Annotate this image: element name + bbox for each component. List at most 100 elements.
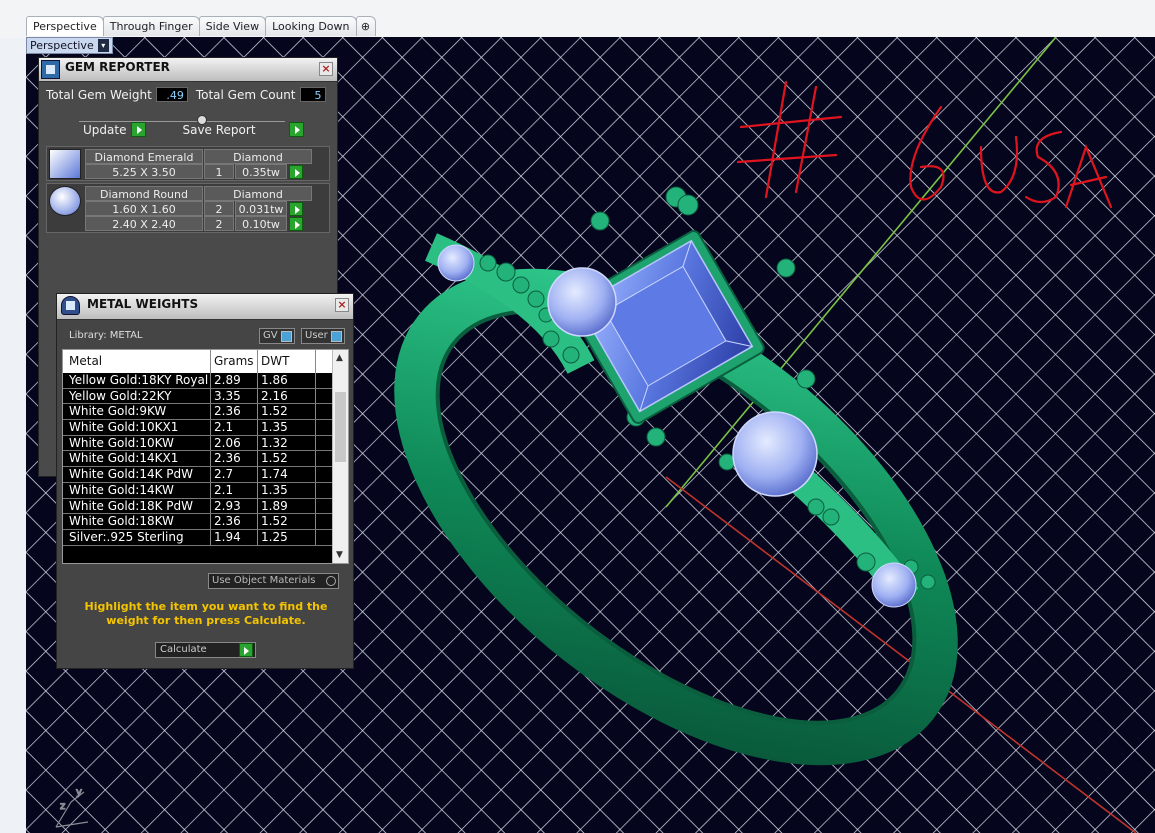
metal-dwt: 1.35	[258, 420, 316, 435]
close-icon[interactable]: ×	[335, 298, 349, 312]
metal-grams: 2.36	[211, 404, 258, 420]
total-gem-weight-label: Total Gem Weight	[46, 87, 152, 102]
view-tab-bar: Perspective Through Finger Side View Loo…	[0, 0, 1155, 38]
gem-reporter-icon	[41, 60, 60, 79]
metal-table-scrollbar[interactable]: ▲ ▼	[332, 350, 348, 563]
column-metal[interactable]: Metal	[63, 350, 211, 373]
gem-count: 2	[204, 216, 234, 231]
metal-grams: 2.7	[211, 467, 258, 482]
metal-table[interactable]: Metal Grams DWT Yellow Gold:18KY Royal 2.…	[62, 349, 349, 564]
tab-through-finger[interactable]: Through Finger	[102, 16, 200, 36]
scroll-down-icon[interactable]: ▼	[336, 550, 343, 560]
use-object-materials-label: Use Object Materials	[212, 575, 316, 586]
round-stone-left	[547, 267, 617, 337]
metal-grams: 1.94	[211, 529, 258, 545]
column-grams[interactable]: Grams	[211, 350, 258, 373]
close-icon[interactable]: ×	[319, 62, 333, 76]
metal-dwt: 1.86	[258, 373, 316, 388]
table-row[interactable]: White Gold:10KX1 2.1 1.35	[63, 420, 348, 436]
metal-dwt: 1.35	[258, 482, 316, 498]
svg-text:y: y	[76, 787, 82, 798]
table-row[interactable]: Yellow Gold:22KY 3.35 2.16	[63, 388, 348, 405]
metal-name: White Gold:18K PdW	[63, 498, 211, 514]
add-tab-icon[interactable]: ⊕	[355, 16, 376, 36]
metal-name: White Gold:14KW	[63, 482, 211, 498]
metal-grams: 2.93	[211, 498, 258, 514]
gem-weight: 0.10tw	[235, 216, 287, 231]
table-row[interactable]: White Gold:9KW 2.36 1.52	[63, 404, 348, 421]
gem-row-round[interactable]: Diamond Round Diamond 1.60 X 1.60 2 0.03…	[46, 183, 330, 233]
gem-shape: Diamond Round	[85, 186, 203, 201]
metal-dwt: 1.52	[258, 404, 316, 420]
gem-row-emerald[interactable]: Diamond Emerald Diamond 5.25 X 3.50 1 0.…	[46, 146, 330, 181]
metal-name: White Gold:14KX1	[63, 451, 211, 467]
accent-stone-right	[871, 562, 917, 608]
viewport-label[interactable]: Perspective ▾	[26, 37, 113, 54]
table-row[interactable]: Silver:.925 Sterling 1.94 1.25	[63, 529, 348, 546]
metal-grams: 2.36	[211, 451, 258, 467]
total-gem-count-value: 5	[299, 87, 326, 102]
tabs: Perspective Through Finger Side View Loo…	[26, 16, 376, 36]
gem-size: 1.60 X 1.60	[85, 201, 203, 216]
play-icon[interactable]	[289, 165, 303, 179]
metal-table-body: Yellow Gold:18KY Royal 2.89 1.86 Yellow Go…	[63, 373, 348, 546]
gem-shape: Diamond Emerald	[85, 149, 203, 164]
svg-text:z: z	[60, 801, 65, 812]
metal-dwt: 1.74	[258, 467, 316, 482]
gem-weight: 0.35tw	[235, 164, 287, 179]
metal-dwt: 2.16	[258, 388, 316, 404]
gem-reporter-titlebar[interactable]: GEM REPORTER ×	[39, 58, 337, 82]
play-icon	[131, 122, 147, 137]
metal-grams: 3.35	[211, 388, 258, 404]
radio-icon	[326, 576, 336, 586]
viewport-dropdown-icon[interactable]: ▾	[97, 39, 109, 52]
save-report-label: Save Report	[182, 122, 256, 137]
emerald-thumbnail	[49, 149, 81, 179]
metal-dwt: 1.32	[258, 435, 316, 451]
play-icon	[239, 643, 253, 657]
round-thumbnail	[49, 186, 81, 216]
table-row[interactable]: White Gold:18K PdW 2.93 1.89	[63, 498, 348, 515]
table-row[interactable]: White Gold:14KX1 2.36 1.52	[63, 451, 348, 468]
calculate-hint: Highlight the item you want to find the …	[84, 600, 328, 627]
metal-name: White Gold:14K PdW	[63, 467, 211, 482]
gem-reporter-title: GEM REPORTER	[65, 60, 170, 74]
user-toggle[interactable]: User	[301, 328, 345, 344]
gem-actions: Update Save Report	[83, 122, 304, 137]
use-object-materials-toggle[interactable]: Use Object Materials	[208, 573, 339, 589]
update-button[interactable]: Update	[83, 122, 147, 137]
gem-weight: 0.031tw	[235, 201, 287, 216]
gv-toggle[interactable]: GV	[259, 328, 295, 344]
gem-totals: Total Gem Weight .49 Total Gem Count 5	[46, 87, 326, 102]
user-toggle-icon	[330, 330, 342, 342]
metal-dwt: 1.89	[258, 498, 316, 514]
metal-dwt: 1.52	[258, 514, 316, 529]
total-gem-count-label: Total Gem Count	[195, 87, 296, 102]
column-dwt[interactable]: DWT	[258, 350, 316, 373]
table-row[interactable]: White Gold:14KW 2.1 1.35	[63, 482, 348, 499]
gem-count: 2	[204, 201, 234, 216]
table-row[interactable]: White Gold:14K PdW 2.7 1.74	[63, 467, 348, 483]
tab-perspective[interactable]: Perspective	[26, 16, 104, 36]
calculate-button[interactable]: Calculate	[155, 642, 256, 658]
play-icon[interactable]	[289, 202, 303, 216]
scale-icon	[61, 296, 80, 315]
save-report-button[interactable]: Save Report	[182, 122, 304, 137]
metal-grams: 2.1	[211, 482, 258, 498]
table-row[interactable]: Yellow Gold:18KY Royal 2.89 1.86	[63, 373, 348, 389]
library-label: Library: METAL	[69, 330, 143, 341]
gv-toggle-icon	[280, 330, 292, 342]
table-row[interactable]: White Gold:10KW 2.06 1.32	[63, 435, 348, 452]
play-icon	[288, 122, 304, 137]
gem-type: Diamond	[204, 186, 312, 201]
play-icon[interactable]	[289, 217, 303, 231]
metal-weights-titlebar[interactable]: METAL WEIGHTS ×	[57, 294, 353, 320]
scroll-up-icon[interactable]: ▲	[336, 353, 343, 363]
table-row[interactable]: White Gold:18KW 2.36 1.52	[63, 514, 348, 530]
scroll-thumb[interactable]	[335, 392, 346, 462]
gem-size: 5.25 X 3.50	[85, 164, 203, 179]
tab-side-view[interactable]: Side View	[198, 16, 267, 36]
metal-name: Yellow Gold:18KY Royal	[63, 373, 211, 388]
user-label: User	[305, 330, 328, 341]
tab-looking-down[interactable]: Looking Down	[265, 16, 357, 36]
